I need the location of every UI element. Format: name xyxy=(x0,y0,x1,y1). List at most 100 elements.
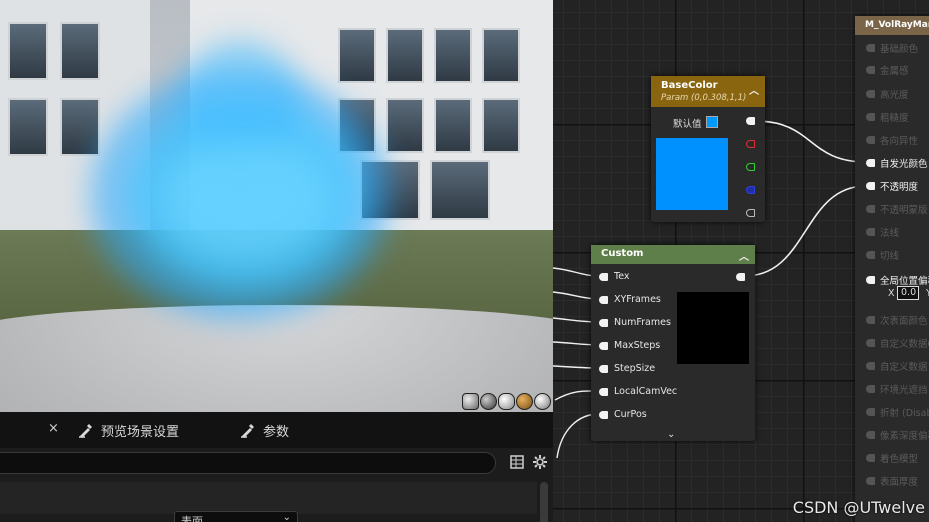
gear-icon[interactable] xyxy=(531,454,549,472)
output-pin-b[interactable] xyxy=(746,186,755,194)
input-pin[interactable] xyxy=(866,136,875,144)
watermark: CSDN @UTwelve xyxy=(792,498,925,517)
dropdown-value: 表面 xyxy=(181,515,203,522)
input-pin[interactable] xyxy=(866,385,875,393)
building-window xyxy=(386,98,424,153)
input-pin-xyframes[interactable] xyxy=(599,296,608,304)
chevron-down-icon: ⌄ xyxy=(282,512,291,522)
building-window xyxy=(338,28,376,83)
tab-preview-scene-settings[interactable]: 预览场景设置 xyxy=(70,412,179,448)
output-pin-rgb[interactable] xyxy=(746,117,755,125)
teapot-icon[interactable] xyxy=(534,393,551,410)
pin-label: NumFrames xyxy=(614,317,671,328)
chevron-up-icon[interactable]: ︿ xyxy=(749,82,759,97)
offset-x-label: X xyxy=(888,288,895,299)
custom-expression-node[interactable]: Custom ︿ Tex XYFrames NumFrames MaxSteps… xyxy=(591,245,755,441)
input-pin[interactable] xyxy=(866,251,875,259)
details-panel: × 预览场景设置 参数 表面 ⌄ xyxy=(0,412,553,522)
tab-label: 参数 xyxy=(263,424,290,440)
input-label: 着色模型 xyxy=(880,454,919,465)
input-pin[interactable] xyxy=(866,431,875,439)
input-pin[interactable] xyxy=(866,66,875,74)
input-label: 切线 xyxy=(880,251,900,262)
input-pin-stepsize[interactable] xyxy=(599,365,608,373)
input-pin[interactable] xyxy=(866,408,875,416)
pin-label: LocalCamVec xyxy=(614,386,678,397)
input-pin-curpos[interactable] xyxy=(599,411,608,419)
property-row xyxy=(0,482,537,514)
input-label: 粗糙度 xyxy=(880,113,909,124)
input-pin[interactable] xyxy=(866,182,875,190)
input-label: 各向异性 xyxy=(880,136,919,147)
input-pin[interactable] xyxy=(866,362,875,370)
sphere-icon[interactable] xyxy=(480,393,497,410)
building-window xyxy=(482,28,520,83)
cube-icon[interactable] xyxy=(516,393,533,410)
input-pin[interactable] xyxy=(866,276,875,284)
building-window xyxy=(8,22,48,80)
building-window xyxy=(430,160,490,220)
input-pin[interactable] xyxy=(866,316,875,324)
input-label: 金属感 xyxy=(880,66,909,77)
input-pin[interactable] xyxy=(866,339,875,347)
node-title: M_VolRayMarch xyxy=(865,20,929,30)
input-pin[interactable] xyxy=(866,205,875,213)
offset-x-input[interactable]: 0.0 xyxy=(897,286,919,300)
preview-mesh-selector xyxy=(462,393,551,410)
scene-settings-icon xyxy=(79,424,92,438)
node-header[interactable]: M_VolRayMarch xyxy=(855,16,929,35)
building-window xyxy=(60,98,100,156)
pin-label: StepSize xyxy=(614,363,656,374)
building-window xyxy=(482,98,520,153)
input-label: 基础颜色 xyxy=(880,44,919,55)
table-view-icon[interactable] xyxy=(508,454,526,472)
input-pin[interactable] xyxy=(866,113,875,121)
input-pin[interactable] xyxy=(866,44,875,52)
building-window xyxy=(8,98,48,156)
input-label: 自定义数据0 xyxy=(880,339,929,350)
input-label: 环境光遮挡 xyxy=(880,385,928,396)
input-pin-tex[interactable] xyxy=(599,273,608,281)
input-pin[interactable] xyxy=(866,90,875,98)
input-label: 高光度 xyxy=(880,90,909,101)
input-pin[interactable] xyxy=(866,477,875,485)
parameters-icon xyxy=(241,424,254,438)
input-label: 全局位置偏移 xyxy=(880,276,929,287)
blend-domain-dropdown[interactable]: 表面 ⌄ xyxy=(174,511,298,522)
input-pin-numframes[interactable] xyxy=(599,319,608,327)
input-pin[interactable] xyxy=(866,228,875,236)
cylinder-icon[interactable] xyxy=(462,393,479,410)
input-pin[interactable] xyxy=(866,159,875,167)
node-preview xyxy=(677,292,749,364)
material-result-node[interactable]: M_VolRayMarch 基础颜色金属感高光度粗糙度各向异性自发光颜色不透明度… xyxy=(855,16,929,522)
tab-parameters[interactable]: 参数 xyxy=(232,412,289,448)
input-label: 不透明蒙版 xyxy=(880,205,928,216)
default-color-swatch[interactable] xyxy=(706,116,718,128)
output-pin-result[interactable] xyxy=(736,273,745,281)
input-label: 表面厚度 xyxy=(880,477,919,488)
input-label: 不透明度 xyxy=(880,182,919,193)
preview-viewport[interactable] xyxy=(0,0,553,412)
input-label: 像素深度偏移 xyxy=(880,431,929,442)
node-header[interactable]: BaseColor Param (0,0.308,1,1) ︿ xyxy=(651,76,765,107)
building-window xyxy=(60,22,100,80)
chevron-up-icon[interactable]: ︿ xyxy=(739,248,749,263)
scrollbar[interactable] xyxy=(540,482,548,522)
pin-label: Tex xyxy=(614,271,630,282)
plane-icon[interactable] xyxy=(498,393,515,410)
input-label: 折射 (Disabled) xyxy=(880,408,929,419)
chevron-down-icon[interactable]: ⌄ xyxy=(667,429,675,440)
node-header[interactable]: Custom ︿ xyxy=(591,245,755,264)
basecolor-param-node[interactable]: BaseColor Param (0,0.308,1,1) ︿ 默认值 xyxy=(651,76,765,222)
input-pin-maxsteps[interactable] xyxy=(599,342,608,350)
search-input[interactable] xyxy=(0,452,496,474)
output-pin-r[interactable] xyxy=(746,140,755,148)
material-graph[interactable]: BaseColor Param (0,0.308,1,1) ︿ 默认值 Cust… xyxy=(553,0,929,522)
close-tab-button[interactable]: × xyxy=(48,421,59,436)
pin-label: CurPos xyxy=(614,409,647,420)
output-pin-g[interactable] xyxy=(746,163,755,171)
input-pin-localcamvec[interactable] xyxy=(599,388,608,396)
building-window xyxy=(434,28,472,83)
output-pin-a[interactable] xyxy=(746,209,755,217)
input-pin[interactable] xyxy=(866,454,875,462)
